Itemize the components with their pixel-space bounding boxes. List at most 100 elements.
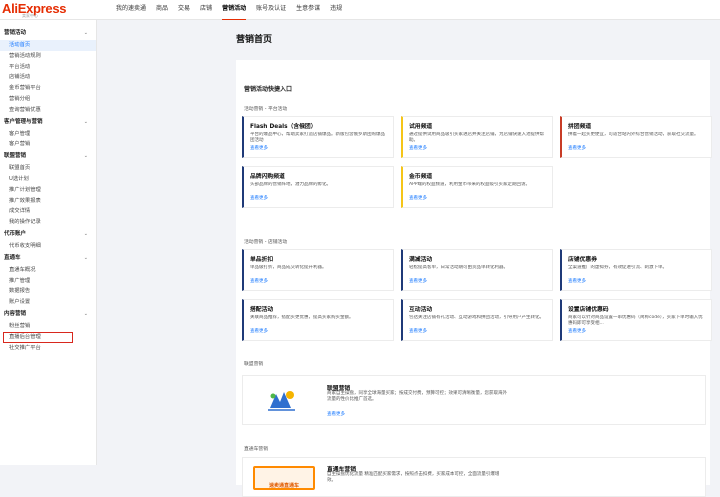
activity-card[interactable]: 品牌闪购频道头部品牌的营销阵地，潜力品牌的孵化。查看更多 [242, 166, 394, 208]
activity-card[interactable]: 拼团频道 拼着一起买更便宜，可适合站内外综合营销活动，获取社交流量。 查看更多 [560, 116, 712, 158]
card-description: 包括关注店铺有礼活动、互动游戏和拼团活动，引导用户产生转化。 [409, 315, 544, 320]
sidebar-item[interactable]: 粉丝营销 [0, 321, 96, 332]
card-title: 满减活动 [409, 257, 433, 263]
sidebar-item[interactable]: 店铺活动 [0, 72, 96, 83]
chevron-down-icon[interactable]: ⌄ [84, 27, 88, 40]
card-description: 拼着一起买更便宜，可适合站内外综合营销活动，获取社交流量。 [568, 132, 699, 137]
sidebar-group-label: 联盟营销 [4, 153, 27, 160]
activity-card[interactable]: 单品折扣单品级打折，商品成交转化提升利器。查看更多 [242, 249, 394, 291]
sidebar-item[interactable]: 代币收支明细 [0, 241, 96, 252]
card-more-link[interactable]: 查看更多 [250, 328, 389, 334]
card-more-link[interactable]: 查看更多 [409, 278, 548, 284]
chevron-down-icon[interactable]: ⌄ [84, 228, 88, 241]
card-description: 轻松提高客单，日常活动期可由货品单转化利器。 [409, 265, 508, 270]
affiliate-card[interactable]: 联盟营销 商家自主操盘，同享全球海量买家；按成交付费，预算可控；效果可清晰衡量，… [242, 375, 706, 425]
activity-card[interactable]: 满减活动轻松提高客单，日常活动期可由货品单转化利器。查看更多 [401, 249, 553, 291]
sidebar-group-label: 营销活动 [4, 30, 27, 36]
chevron-down-icon[interactable]: ⌄ [84, 252, 88, 265]
ztc-banner-text: 速卖通直通车 [268, 483, 299, 489]
card-more-link[interactable]: 查看更多 [568, 145, 707, 151]
chevron-down-icon[interactable]: ⌄ [84, 150, 88, 163]
nav-item[interactable]: 营销活动 [222, 0, 247, 20]
card-more-link[interactable]: 查看更多 [568, 328, 707, 334]
sidebar-group-header[interactable]: 营销活动 ⌄ [0, 27, 96, 40]
sidebar-group-header[interactable]: 客户管理与营销 ⌄ [0, 116, 96, 129]
nav-item[interactable]: 商品 [156, 0, 168, 20]
sidebar-item[interactable]: 账户设置 [0, 297, 96, 308]
page-title: 营销首页 [236, 35, 273, 45]
ztc-desc: 自主操盘优化流量 精准匹配买家需求，按照点击扣费，买家成本可控，全面流量引爆增效… [327, 472, 500, 484]
sidebar-item[interactable]: 推广计划管理 [0, 185, 96, 196]
ztc-label: 直通车营销 [244, 447, 268, 452]
card-description: APP端的权益频道，利用金币带来的权益吸引买家定期回访。 [409, 182, 531, 187]
sidebar-item[interactable]: 推广管理 [0, 276, 96, 287]
ztc-card[interactable]: 速卖通直通车 直通车营销 自主操盘优化流量 精准匹配买家需求，按照点击扣费，买家… [242, 457, 706, 497]
affiliate-label: 联盟营销 [244, 362, 264, 367]
sidebar-item[interactable]: 成交详情 [0, 206, 96, 217]
activity-card[interactable]: 互动活动 包括关注店铺有礼活动、互动游戏和拼团活动，引导用户产生转化。 查看更多 [401, 299, 553, 341]
card-description: 单品级打折，商品成交转化提升利器。 [250, 265, 327, 270]
card-description: 头部品牌的营销阵地，潜力品牌的孵化。 [250, 182, 331, 187]
nav-item[interactable]: 账号及认证 [256, 0, 286, 20]
activity-card[interactable]: Flash Deals（含俄团） 平台的爆品中心，帮助卖家打造店铺爆品。新版包含俄… [242, 116, 394, 158]
sidebar-item[interactable]: 客户营销 [0, 139, 96, 150]
sidebar-item[interactable]: 客户管理 [0, 129, 96, 140]
sidebar-item[interactable]: 我的操作记录 [0, 217, 96, 228]
sidebar-group-label: 直通车 [4, 254, 21, 261]
sidebar-group-header[interactable]: 直通车 ⌄ [0, 252, 96, 265]
sidebar-item[interactable]: U选计划 [0, 174, 96, 185]
card-title: 店铺优惠券 [568, 257, 597, 263]
activity-card[interactable]: 金币频道 APP端的权益频道，利用金币带来的权益吸引买家定期回访。查看更多 [401, 166, 553, 208]
main-nav: 我的速卖通 商品 交易 店铺 营销活动 账号及认证 生意参谋 违规 [116, 0, 352, 20]
nav-item[interactable]: 生意参谋 [296, 0, 320, 20]
nav-item[interactable]: 我的速卖通 [116, 0, 146, 20]
affiliate-desc: 商家自主操盘，同享全球海量买家；按成交付费，预算可控；效果可清晰衡量，您获取海外… [327, 391, 507, 403]
sidebar-item[interactable]: 社交推广平台 [0, 343, 96, 354]
sidebar-group-label: 内容营销 [4, 310, 27, 317]
card-more-link[interactable]: 查看更多 [409, 328, 548, 334]
sidebar-item[interactable]: 营销活动规则 [0, 51, 96, 62]
sidebar-item[interactable]: 联盟首页 [0, 163, 96, 174]
chevron-down-icon[interactable]: ⌄ [84, 308, 88, 321]
affiliate-more-link[interactable]: 查看更多 [327, 411, 345, 417]
card-description: 全渠道推广的虚拟券，有效促进引流、刺激下单。 [568, 265, 667, 270]
card-more-link[interactable]: 查看更多 [568, 278, 707, 284]
sidebar-item[interactable]: 直通车概况 [0, 265, 96, 276]
sidebar-item[interactable]: 直播后台管理 [3, 331, 73, 343]
sidebar-group-header[interactable]: 代币账户 ⌄ [0, 228, 96, 241]
sidebar-item[interactable]: 推广效果报表 [0, 196, 96, 207]
nav-item[interactable]: 店铺 [200, 0, 212, 20]
activity-card[interactable]: 设置店铺优惠码 商家可以针对商品设置一串优惠码（简称code），买家下单时输入优惠… [560, 299, 712, 341]
top-bar: AliExpress 卖家中心 我的速卖通 商品 交易 店铺 营销活动 账号及认证 生意参谋… [0, 0, 720, 20]
sidebar-item[interactable]: 查询营销优惠 [0, 105, 96, 116]
sidebar-group-label: 代币账户 [4, 230, 27, 237]
sidebar-group-header[interactable]: 内容营销 ⌄ [0, 308, 96, 321]
nav-item[interactable]: 交易 [178, 0, 190, 20]
card-more-link[interactable]: 查看更多 [250, 145, 389, 151]
sidebar-item[interactable]: 数据报告 [0, 286, 96, 297]
logo-subtitle: 卖家中心 [22, 13, 38, 18]
card-description: 平台的爆品中心，帮助卖家打造店铺爆品。新版包含俄罗斯团购爆品团活动 [250, 132, 385, 144]
sidebar-group-header[interactable]: 联盟营销 ⌄ [0, 150, 96, 163]
sidebar-item[interactable]: 营销分组 [0, 94, 96, 105]
affiliate-icon [268, 391, 295, 411]
chevron-down-icon[interactable]: ⌄ [84, 116, 88, 129]
activity-card[interactable]: 店铺优惠券全渠道推广的虚拟券，有效促进引流、刺激下单。查看更多 [560, 249, 712, 291]
card-more-link[interactable]: 查看更多 [250, 278, 389, 284]
activity-card[interactable]: 搭配活动 关联商品推荐，搭配买更优惠，提高买家购买金额。 查看更多 [242, 299, 394, 341]
card-more-link[interactable]: 查看更多 [250, 195, 389, 201]
card-title: Flash Deals（含俄团） [250, 124, 317, 130]
card-title: 单品折扣 [250, 257, 274, 263]
card-more-link[interactable]: 查看更多 [409, 195, 548, 201]
nav-item[interactable]: 违规 [330, 0, 342, 20]
card-more-link[interactable]: 查看更多 [409, 145, 548, 151]
sidebar-item[interactable]: 金币营销平台 [0, 83, 96, 94]
sidebar-item[interactable]: 平台活动 [0, 62, 96, 73]
sidebar-item[interactable]: 活动首页 [0, 40, 96, 51]
card-title: 品牌闪购频道 [250, 174, 285, 180]
activity-card[interactable]: 试用频道 通过提供试用商品吸引买家进店并关注店铺，为店铺快速入池提供帮助。 查看更多 [401, 116, 553, 158]
card-title: 试用频道 [409, 124, 433, 130]
card-description: 商家可以针对商品设置一串优惠码（简称code），买家下单时输入优惠码即可享受相.… [568, 315, 703, 327]
card-title: 金币频道 [409, 174, 433, 180]
sidebar-group-label: 客户管理与营销 [4, 118, 43, 125]
